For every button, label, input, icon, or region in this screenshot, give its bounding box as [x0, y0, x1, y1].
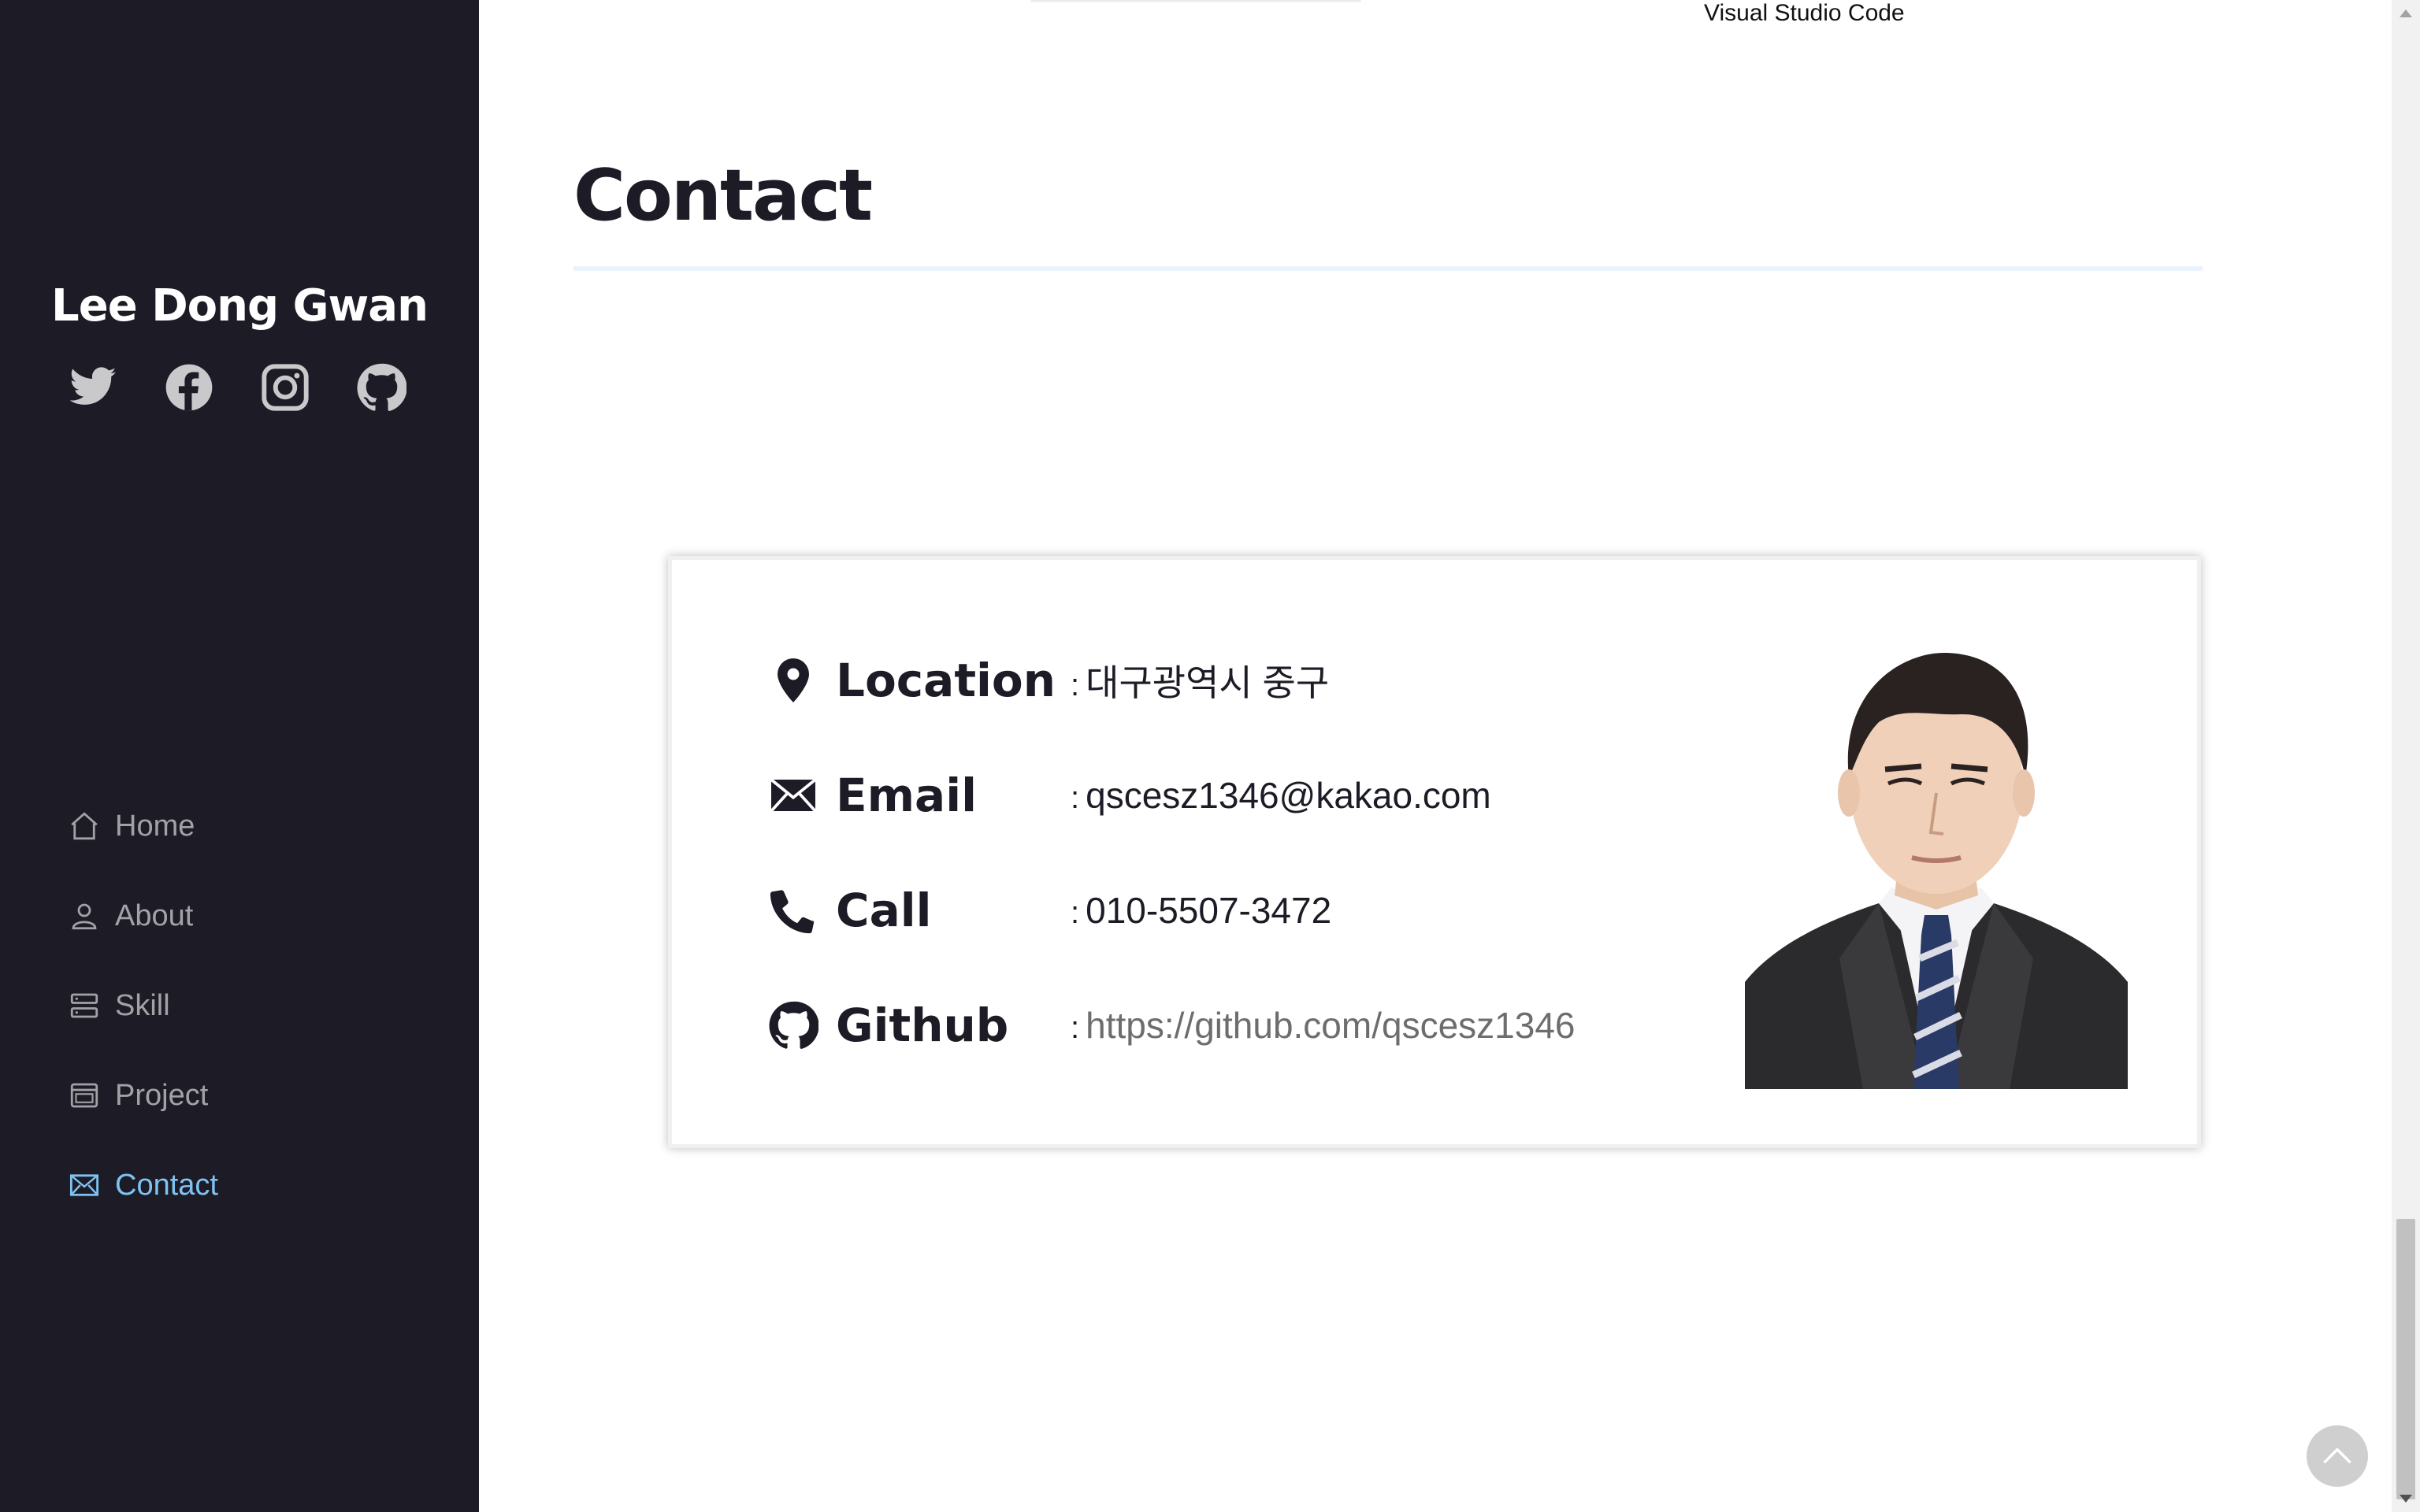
window-icon — [70, 1083, 98, 1108]
scroll-thumb[interactable] — [2396, 1219, 2415, 1499]
location-value: : 대구광역시 중구 — [1071, 662, 1330, 703]
github-link[interactable]: https://github.com/qscesz1346 — [1086, 1005, 1575, 1046]
user-icon — [72, 903, 97, 930]
envelope-icon — [69, 1174, 99, 1196]
nav-item-label: Contact — [115, 1168, 218, 1202]
github-label: Github — [836, 999, 1009, 1052]
github-value: : https://github.com/qscesz1346 — [1071, 1005, 1576, 1046]
back-to-top-button[interactable] — [2307, 1425, 2368, 1487]
nav-item-about[interactable]: About — [68, 890, 218, 942]
location-label: Location — [836, 654, 1056, 707]
nav-item-project[interactable]: Project — [68, 1069, 218, 1121]
social-links — [68, 362, 406, 413]
nav-item-label: Skill — [115, 988, 170, 1022]
brand-name: Lee Dong Gwan — [51, 280, 429, 332]
nav-item-contact[interactable]: Contact — [68, 1159, 218, 1211]
email-value: : qscesz1346@kakao.com — [1071, 775, 1491, 816]
contact-row-github: Github : https://github.com/qscesz1346 — [768, 990, 1575, 1061]
chevron-up-icon — [2323, 1447, 2351, 1464]
skill-label: Visual Studio Code — [1704, 0, 1905, 26]
contact-row-call: Call :010-5507-3472 — [768, 875, 1331, 946]
phone-icon — [768, 885, 818, 936]
profile-photo — [1745, 643, 2128, 1089]
github-icon — [768, 1000, 818, 1051]
facebook-icon[interactable] — [164, 362, 214, 413]
twitter-icon[interactable] — [68, 362, 118, 413]
nav-item-label: Project — [115, 1078, 209, 1112]
sidebar: Lee Dong Gwan Home About Skill Project C… — [0, 0, 479, 1512]
envelope-icon — [768, 770, 818, 821]
call-label: Call — [836, 884, 932, 937]
call-value: :010-5507-3472 — [1071, 890, 1332, 931]
divider — [573, 266, 2203, 271]
sidebar-nav: Home About Skill Project Contact — [68, 800, 218, 1249]
server-icon — [70, 993, 98, 1018]
contact-row-location: Location : 대구광역시 중구 — [768, 645, 1329, 716]
nav-item-skill[interactable]: Skill — [68, 980, 218, 1032]
nav-item-label: About — [115, 899, 194, 932]
vertical-scrollbar[interactable] — [2392, 0, 2420, 1512]
scroll-up-arrow-icon[interactable] — [2400, 9, 2412, 17]
map-pin-icon — [768, 655, 818, 706]
page-title: Contact — [573, 154, 873, 237]
email-label: Email — [836, 769, 977, 822]
nav-item-home[interactable]: Home — [68, 800, 218, 852]
github-icon[interactable] — [356, 362, 406, 413]
main-content: Visual Studio Code Contact Location : 대구광… — [479, 0, 2392, 1512]
contact-row-email: Email : qscesz1346@kakao.com — [768, 760, 1491, 831]
instagram-icon[interactable] — [260, 362, 310, 413]
scroll-down-arrow-icon[interactable] — [2400, 1495, 2412, 1503]
previous-section-edge — [1030, 0, 1361, 3]
nav-item-label: Home — [115, 809, 195, 843]
contact-card: Location : 대구광역시 중구 Email : qscesz1346@kak… — [668, 556, 2201, 1148]
home-icon — [71, 812, 98, 840]
